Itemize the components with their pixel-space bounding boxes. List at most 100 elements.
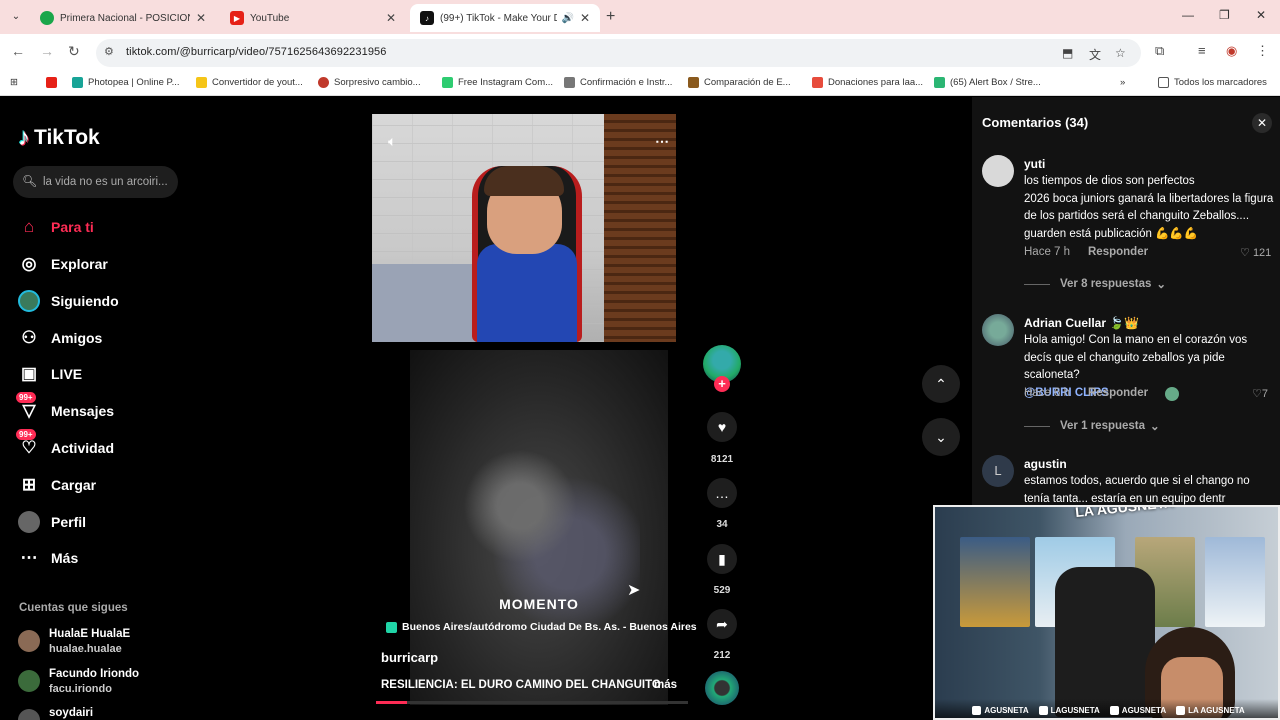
- bookmark-donaciones[interactable]: Donaciones para laa...: [812, 77, 923, 88]
- caption-more-button[interactable]: más: [654, 679, 677, 691]
- tab-primera-nacional[interactable]: Primera Nacional - POSICIONES ✕: [30, 4, 216, 32]
- comment-username[interactable]: yuti: [1024, 157, 1045, 171]
- view-replies-button[interactable]: Ver 1 respuesta ⌄: [1024, 419, 1160, 433]
- reply-button[interactable]: Responder: [1088, 246, 1148, 258]
- document-icon: [688, 77, 699, 88]
- media-control-icon[interactable]: ≡: [1198, 43, 1206, 58]
- bookmarks-overflow-button[interactable]: »: [1120, 77, 1125, 88]
- music-disc[interactable]: [705, 671, 739, 705]
- close-icon[interactable]: ✕: [386, 11, 396, 25]
- instagram-icon: [972, 705, 982, 715]
- translate-icon[interactable]: 文: [1089, 46, 1101, 63]
- bed: [372, 264, 482, 342]
- nav-para-ti[interactable]: ⌂ Para ti: [18, 215, 94, 239]
- restore-icon[interactable]: ❐: [1219, 8, 1230, 22]
- extensions-icon[interactable]: ⧉: [1155, 43, 1164, 59]
- tab-youtube[interactable]: ▶ YouTube ✕: [220, 4, 406, 32]
- mute-icon[interactable]: 🔈︎: [388, 133, 396, 150]
- nav-mensajes[interactable]: ▽ 99+ Mensajes: [16, 392, 114, 423]
- chevron-down-icon: ⌄: [1156, 279, 1167, 291]
- profile-icon[interactable]: ◉: [1226, 43, 1237, 59]
- bookmark-convertidor[interactable]: Convertidor de yout...: [196, 77, 303, 88]
- nav-explorar[interactable]: ◎ Explorar: [18, 252, 108, 276]
- site-info-icon[interactable]: ⚙: [104, 45, 114, 58]
- minimize-icon[interactable]: —: [1182, 8, 1194, 22]
- bookmark-photopea[interactable]: Photopea | Online P...: [72, 77, 180, 88]
- install-app-icon[interactable]: ⬒: [1062, 46, 1073, 60]
- following-account[interactable]: Facundo Iriondo facu.iriondo: [18, 667, 139, 697]
- nav-amigos[interactable]: ⚇ Amigos: [18, 326, 102, 350]
- follow-plus-button[interactable]: +: [714, 376, 730, 392]
- tiktok-logo[interactable]: ♪ TikTok: [18, 124, 100, 152]
- close-icon: ✕: [1256, 116, 1268, 130]
- new-tab-button[interactable]: +: [606, 8, 615, 26]
- bookmark-star-icon[interactable]: ☆: [1115, 46, 1126, 60]
- back-button[interactable]: ←: [11, 43, 25, 59]
- view-replies-button[interactable]: Ver 8 respuestas ⌄: [1024, 277, 1166, 291]
- forward-button[interactable]: →: [40, 43, 54, 59]
- save-button[interactable]: ▮: [707, 544, 737, 574]
- nav-mas[interactable]: ⋯ Más: [18, 546, 79, 570]
- next-video-button[interactable]: ⌄: [922, 418, 960, 456]
- heart-outline-icon: ♡: [1240, 247, 1250, 259]
- avatar[interactable]: L: [982, 455, 1014, 487]
- close-comments-button[interactable]: ✕: [1252, 113, 1272, 133]
- person-shirt: [477, 244, 577, 342]
- reload-button[interactable]: ↻: [68, 43, 80, 60]
- streamer-webcam: LA AGUSNETA AGUSNETA LAGUSNETA AGUSNETA …: [933, 505, 1280, 720]
- close-icon[interactable]: ✕: [580, 11, 590, 25]
- comment-like[interactable]: ♡7: [1252, 387, 1268, 400]
- x-icon: [1038, 705, 1048, 715]
- video-author[interactable]: burricarp: [381, 650, 438, 665]
- comment-like[interactable]: ♡ 121: [1240, 246, 1271, 259]
- comment-button[interactable]: …: [707, 478, 737, 508]
- video-location[interactable]: Buenos Aires/autódromo Ciudad De Bs. As.…: [386, 621, 697, 633]
- menu-kebab-icon[interactable]: ⋮: [1256, 43, 1269, 59]
- bookmark-youtube[interactable]: [46, 77, 62, 88]
- following-account[interactable]: soydairi: [18, 706, 93, 720]
- like-button[interactable]: ♥: [707, 412, 737, 442]
- nav-cargar[interactable]: ⊞ Cargar: [18, 473, 96, 497]
- news-icon: [318, 77, 329, 88]
- nav-siguiendo[interactable]: Siguiendo: [18, 289, 119, 313]
- nav-live[interactable]: ▣ LIVE: [18, 362, 82, 386]
- poster: [960, 537, 1030, 627]
- bookmark-sorpresivo[interactable]: Sorpresivo cambio...: [318, 77, 421, 88]
- tab-search-button[interactable]: ⌄: [6, 8, 26, 26]
- profile-icon: [18, 511, 40, 533]
- video-clip-frame[interactable]: MOMENTO: [410, 350, 668, 705]
- avatar: [18, 630, 40, 652]
- search-icon[interactable]: 🔍︎: [22, 174, 37, 188]
- reply-button[interactable]: Responder: [1088, 387, 1148, 399]
- previous-video-button[interactable]: ⌃: [922, 365, 960, 403]
- bookmark-confirmacion[interactable]: Confirmación e Instr...: [564, 77, 672, 88]
- bookmark-alert-box[interactable]: (65) Alert Box / Stre...: [934, 77, 1041, 88]
- speaker-icon[interactable]: 🔊: [561, 13, 573, 24]
- close-icon[interactable]: ✕: [196, 11, 206, 25]
- video-reaction-frame[interactable]: [372, 114, 676, 342]
- comment-username[interactable]: agustin: [1024, 457, 1067, 471]
- nav-actividad[interactable]: ♡ 99+ Actividad: [16, 429, 114, 460]
- browser-toolbar: ← → ↻ ⚙ tiktok.com/@burricarp/video/7571…: [0, 34, 1280, 72]
- bookmark-comparacion[interactable]: Comparación de E...: [688, 77, 791, 88]
- comment-username[interactable]: Adrian Cuellar 🍃👑: [1024, 316, 1139, 330]
- video-progress-bar[interactable]: [376, 701, 688, 704]
- nav-perfil[interactable]: Perfil: [18, 510, 86, 534]
- share-count: 212: [713, 650, 731, 661]
- close-window-icon[interactable]: ✕: [1256, 8, 1266, 22]
- address-bar[interactable]: ⚙ tiktok.com/@burricarp/video/7571625643…: [96, 39, 1141, 67]
- comment-time: Hace 7 h: [1024, 246, 1071, 258]
- compass-icon: ◎: [21, 254, 37, 273]
- tab-tiktok[interactable]: ♪ (99+) TikTok - Make Your Day 🔊 ✕: [410, 4, 600, 32]
- search-input[interactable]: [43, 166, 173, 198]
- search-box: 🔍︎: [13, 166, 178, 198]
- apps-grid-icon[interactable]: ⊞: [10, 77, 18, 88]
- more-options-icon[interactable]: ⋯: [655, 133, 669, 150]
- following-account[interactable]: HualaE HualaE hualae.hualae: [18, 627, 130, 657]
- save-count: 529: [713, 585, 731, 596]
- bookmark-instagram[interactable]: Free Instagram Com...: [442, 77, 553, 88]
- avatar[interactable]: [982, 155, 1014, 187]
- share-button[interactable]: ➦: [707, 609, 737, 639]
- all-bookmarks-folder[interactable]: Todos los marcadores: [1158, 77, 1267, 88]
- avatar[interactable]: [982, 314, 1014, 346]
